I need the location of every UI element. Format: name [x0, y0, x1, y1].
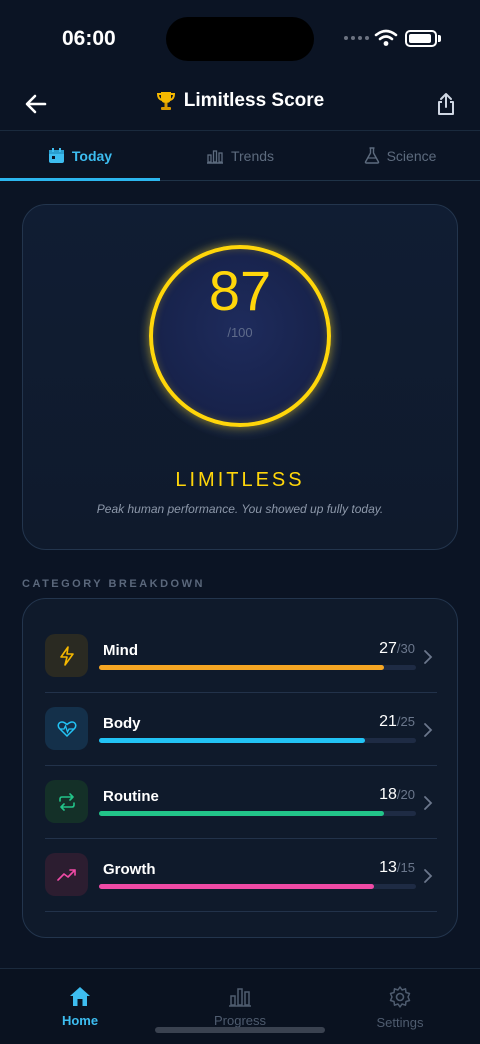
home-indicator: [155, 1027, 325, 1033]
nav-home-label: Home: [61, 1013, 99, 1028]
category-progress-fill: [99, 811, 385, 816]
category-row-growth[interactable]: Growth 13/15: [45, 839, 437, 912]
battery-nub: [438, 35, 441, 42]
signal-icon: [344, 36, 369, 40]
nav-settings-label: Settings: [376, 1015, 424, 1030]
category-progress-track: [99, 811, 416, 816]
nav-settings[interactable]: Settings: [320, 969, 480, 1044]
category-score-value: 18: [379, 786, 397, 803]
category-row-routine[interactable]: Routine 18/20: [45, 766, 437, 839]
battery-icon: [405, 30, 437, 47]
chevron-right-icon: [424, 723, 433, 737]
trend-up-icon: [45, 853, 88, 896]
category-score: 18/20: [379, 786, 415, 804]
category-row-body[interactable]: Body 21/25: [45, 693, 437, 766]
score-description: Peak human performance. You showed up fu…: [96, 502, 384, 516]
repeat-icon: [45, 780, 88, 823]
category-score-value: 13: [379, 859, 397, 876]
score-tier: LIMITLESS: [175, 469, 305, 491]
gear-icon: [389, 986, 411, 1008]
header-title-group: Limitless Score: [0, 90, 480, 112]
score-card: 87 /100 LIMITLESS Peak human performance…: [22, 204, 458, 550]
chevron-right-icon: [424, 650, 433, 664]
section-label-breakdown: CATEGORY BREAKDOWN: [22, 578, 205, 590]
calendar-icon: [48, 148, 64, 163]
share-icon: [438, 93, 454, 115]
category-score-value: 21: [379, 713, 397, 730]
nav-progress-label: Progress: [213, 1013, 267, 1028]
category-score: 13/15: [379, 859, 415, 877]
lightning-icon: [45, 634, 88, 677]
chevron-right-icon: [424, 796, 433, 810]
category-name: Body: [103, 715, 141, 732]
status-time: 06:00: [62, 27, 116, 50]
tab-science-label: Science: [386, 147, 437, 164]
score-max: /100: [227, 325, 253, 340]
category-score: 21/25: [379, 713, 415, 731]
tab-trends-label: Trends: [230, 147, 275, 164]
status-bar: 06:00: [0, 0, 480, 80]
wifi-icon: [374, 29, 398, 46]
category-progress-track: [99, 665, 416, 670]
nav-header: Limitless Score: [0, 80, 480, 130]
category-score: 27/30: [379, 640, 415, 658]
category-score-max: /30: [396, 641, 415, 656]
category-name: Routine: [103, 788, 159, 805]
category-score-max: /25: [396, 714, 415, 729]
tab-bar: Today Trends Science: [0, 130, 480, 181]
flask-icon: [364, 147, 379, 164]
home-icon: [70, 987, 90, 1006]
category-score-value: 27: [379, 640, 397, 657]
bar-chart-icon: [229, 988, 251, 1007]
category-breakdown-card: Mind 27/30 Body 21/25 Routine 18/20 Grow…: [22, 598, 458, 938]
category-progress-track: [99, 738, 416, 743]
category-name: Growth: [103, 861, 156, 878]
nav-home[interactable]: Home: [0, 969, 160, 1044]
category-row-mind[interactable]: Mind 27/30: [45, 620, 437, 693]
heart-pulse-icon: [45, 707, 88, 750]
chevron-right-icon: [424, 869, 433, 883]
category-score-max: /15: [396, 860, 415, 875]
category-score-max: /20: [396, 787, 415, 802]
tab-today[interactable]: Today: [0, 131, 160, 181]
category-name: Mind: [103, 642, 138, 659]
page-title: Limitless Score: [183, 90, 325, 111]
category-progress-fill: [99, 738, 366, 743]
tab-today-label: Today: [71, 147, 113, 164]
dynamic-island: [166, 17, 314, 61]
score-value: 87: [208, 259, 272, 322]
share-button[interactable]: [430, 88, 462, 120]
tab-science[interactable]: Science: [320, 131, 480, 180]
category-progress-fill: [99, 665, 385, 670]
trophy-icon: [156, 92, 175, 110]
tab-trends[interactable]: Trends: [160, 131, 320, 180]
bar-chart-icon: [206, 149, 223, 164]
category-progress-track: [99, 884, 416, 889]
category-progress-fill: [99, 884, 374, 889]
